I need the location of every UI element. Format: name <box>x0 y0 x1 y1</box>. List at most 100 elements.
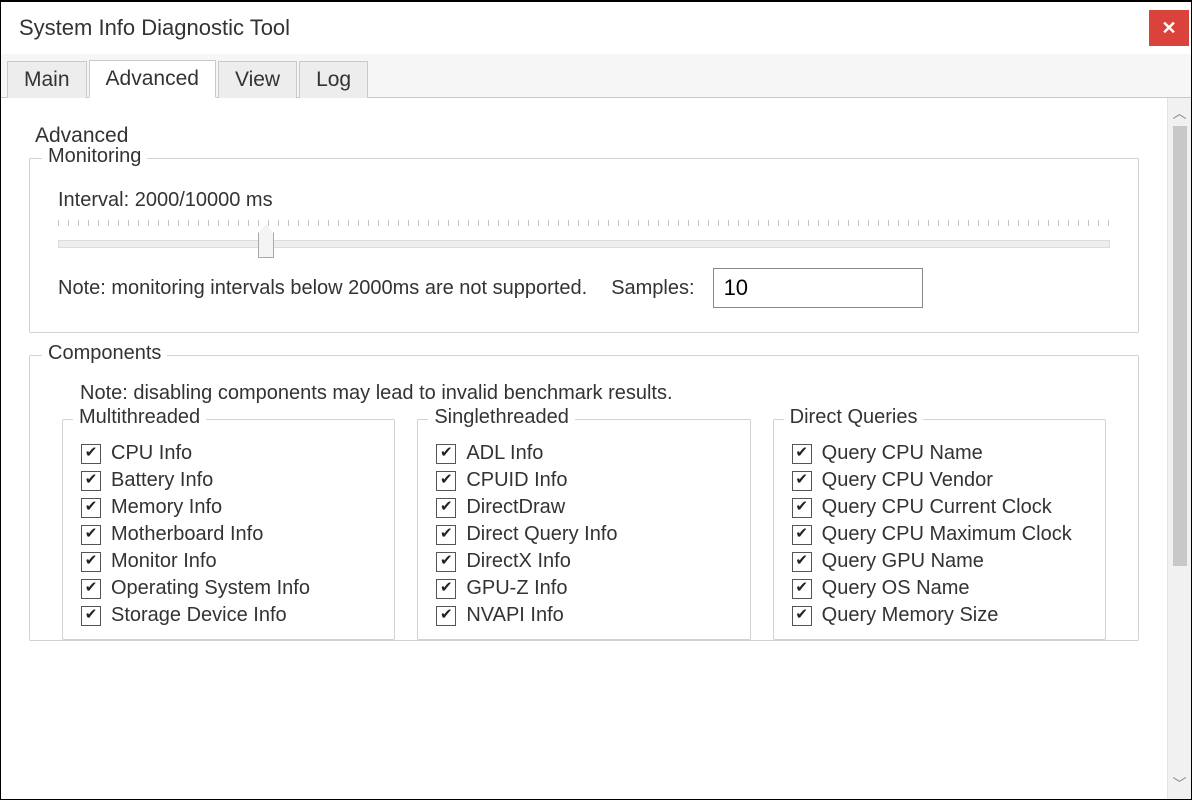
checkbox-label: NVAPI Info <box>466 604 563 627</box>
app-window: System Info Diagnostic Tool ✕ MainAdvanc… <box>0 0 1192 800</box>
scroll-thumb[interactable] <box>1173 126 1187 566</box>
checkbox[interactable] <box>792 606 812 626</box>
checkbox-label: Direct Query Info <box>466 523 617 546</box>
checkbox-row: Query OS Name <box>792 577 1087 600</box>
checkbox-row: Query GPU Name <box>792 550 1087 573</box>
checkbox[interactable] <box>436 444 456 464</box>
samples-label: Samples: <box>611 277 694 300</box>
checkbox-row: Battery Info <box>81 469 376 492</box>
checkbox-row: Monitor Info <box>81 550 376 573</box>
samples-input[interactable] <box>713 268 923 308</box>
checkbox-row: Query Memory Size <box>792 604 1087 627</box>
scroll-down-arrow[interactable]: ﹀ <box>1168 773 1191 795</box>
slider-track <box>58 240 1110 248</box>
checkbox[interactable] <box>81 579 101 599</box>
scroll-up-arrow[interactable]: ︿ <box>1168 102 1191 124</box>
checkbox-row: Memory Info <box>81 496 376 519</box>
tab-main[interactable]: Main <box>7 61 87 98</box>
monitoring-legend: Monitoring <box>42 145 147 168</box>
checkbox[interactable] <box>792 471 812 491</box>
monitoring-group: Monitoring Interval: 2000/10000 ms Note:… <box>29 158 1139 333</box>
checkbox-label: Query Memory Size <box>822 604 999 627</box>
column-legend: Multithreaded <box>73 406 206 429</box>
checkbox-label: Motherboard Info <box>111 523 263 546</box>
checkbox[interactable] <box>792 498 812 518</box>
checkbox[interactable] <box>792 444 812 464</box>
checkbox-label: Battery Info <box>111 469 213 492</box>
checkbox[interactable] <box>81 525 101 545</box>
checkbox-row: Query CPU Current Clock <box>792 496 1087 519</box>
checkbox-label: CPUID Info <box>466 469 567 492</box>
checkbox-row: GPU-Z Info <box>436 577 731 600</box>
body: Advanced Monitoring Interval: 2000/10000… <box>1 98 1191 799</box>
checkbox-label: GPU-Z Info <box>466 577 567 600</box>
column-legend: Direct Queries <box>784 406 924 429</box>
checkbox[interactable] <box>81 498 101 518</box>
checkbox[interactable] <box>436 525 456 545</box>
checkbox[interactable] <box>436 606 456 626</box>
checkbox-label: Query GPU Name <box>822 550 984 573</box>
close-button[interactable]: ✕ <box>1149 10 1189 46</box>
checkbox-label: ADL Info <box>466 442 543 465</box>
components-group: Components Note: disabling components ma… <box>29 355 1139 641</box>
checkbox-row: Storage Device Info <box>81 604 376 627</box>
checkbox-label: Storage Device Info <box>111 604 287 627</box>
tab-bar: MainAdvancedViewLog <box>1 54 1191 98</box>
checkbox-row: CPUID Info <box>436 469 731 492</box>
checkbox-label: DirectDraw <box>466 496 565 519</box>
interval-label: Interval: 2000/10000 ms <box>58 189 1114 212</box>
tab-view[interactable]: View <box>218 61 297 98</box>
slider-ticks <box>58 220 1110 230</box>
checkbox-row: NVAPI Info <box>436 604 731 627</box>
page-heading: Advanced <box>35 124 1139 148</box>
checkbox-row: Query CPU Name <box>792 442 1087 465</box>
checkbox-row: Motherboard Info <box>81 523 376 546</box>
checkbox-row: Query CPU Vendor <box>792 469 1087 492</box>
components-columns: MultithreadedCPU InfoBattery InfoMemory … <box>54 419 1114 640</box>
checkbox[interactable] <box>436 552 456 572</box>
checkbox-row: Operating System Info <box>81 577 376 600</box>
checkbox-row: DirectDraw <box>436 496 731 519</box>
checkbox[interactable] <box>436 498 456 518</box>
checkbox[interactable] <box>792 579 812 599</box>
tab-advanced[interactable]: Advanced <box>89 60 216 98</box>
checkbox[interactable] <box>81 444 101 464</box>
checkbox-row: Query CPU Maximum Clock <box>792 523 1087 546</box>
close-icon: ✕ <box>1161 18 1176 39</box>
checkbox-row: Direct Query Info <box>436 523 731 546</box>
checkbox-label: CPU Info <box>111 442 192 465</box>
content-area: Advanced Monitoring Interval: 2000/10000… <box>1 98 1167 799</box>
checkbox[interactable] <box>792 525 812 545</box>
checkbox-label: Monitor Info <box>111 550 217 573</box>
interval-slider[interactable] <box>58 240 1110 248</box>
checkbox-row: CPU Info <box>81 442 376 465</box>
components-note: Note: disabling components may lead to i… <box>80 382 1114 405</box>
checkbox-label: Query CPU Current Clock <box>822 496 1052 519</box>
component-column-multithreaded: MultithreadedCPU InfoBattery InfoMemory … <box>62 419 395 640</box>
checkbox-label: Query OS Name <box>822 577 970 600</box>
checkbox[interactable] <box>436 471 456 491</box>
checkbox-label: Query CPU Maximum Clock <box>822 523 1072 546</box>
monitoring-note-row: Note: monitoring intervals below 2000ms … <box>58 268 1114 308</box>
checkbox[interactable] <box>436 579 456 599</box>
components-legend: Components <box>42 342 167 365</box>
titlebar: System Info Diagnostic Tool ✕ <box>1 2 1191 54</box>
component-column-direct-queries: Direct QueriesQuery CPU NameQuery CPU Ve… <box>773 419 1106 640</box>
checkbox[interactable] <box>792 552 812 572</box>
checkbox[interactable] <box>81 552 101 572</box>
checkbox-label: Memory Info <box>111 496 222 519</box>
tab-log[interactable]: Log <box>299 61 368 98</box>
checkbox-label: Query CPU Name <box>822 442 983 465</box>
checkbox-label: Query CPU Vendor <box>822 469 993 492</box>
window-title: System Info Diagnostic Tool <box>19 15 290 41</box>
checkbox-label: Operating System Info <box>111 577 310 600</box>
vertical-scrollbar[interactable]: ︿ ﹀ <box>1167 98 1191 799</box>
scroll-track[interactable] <box>1173 124 1187 773</box>
checkbox-row: DirectX Info <box>436 550 731 573</box>
checkbox[interactable] <box>81 606 101 626</box>
checkbox-label: DirectX Info <box>466 550 570 573</box>
slider-thumb[interactable] <box>258 232 274 258</box>
checkbox-row: ADL Info <box>436 442 731 465</box>
monitoring-note: Note: monitoring intervals below 2000ms … <box>58 277 587 300</box>
checkbox[interactable] <box>81 471 101 491</box>
